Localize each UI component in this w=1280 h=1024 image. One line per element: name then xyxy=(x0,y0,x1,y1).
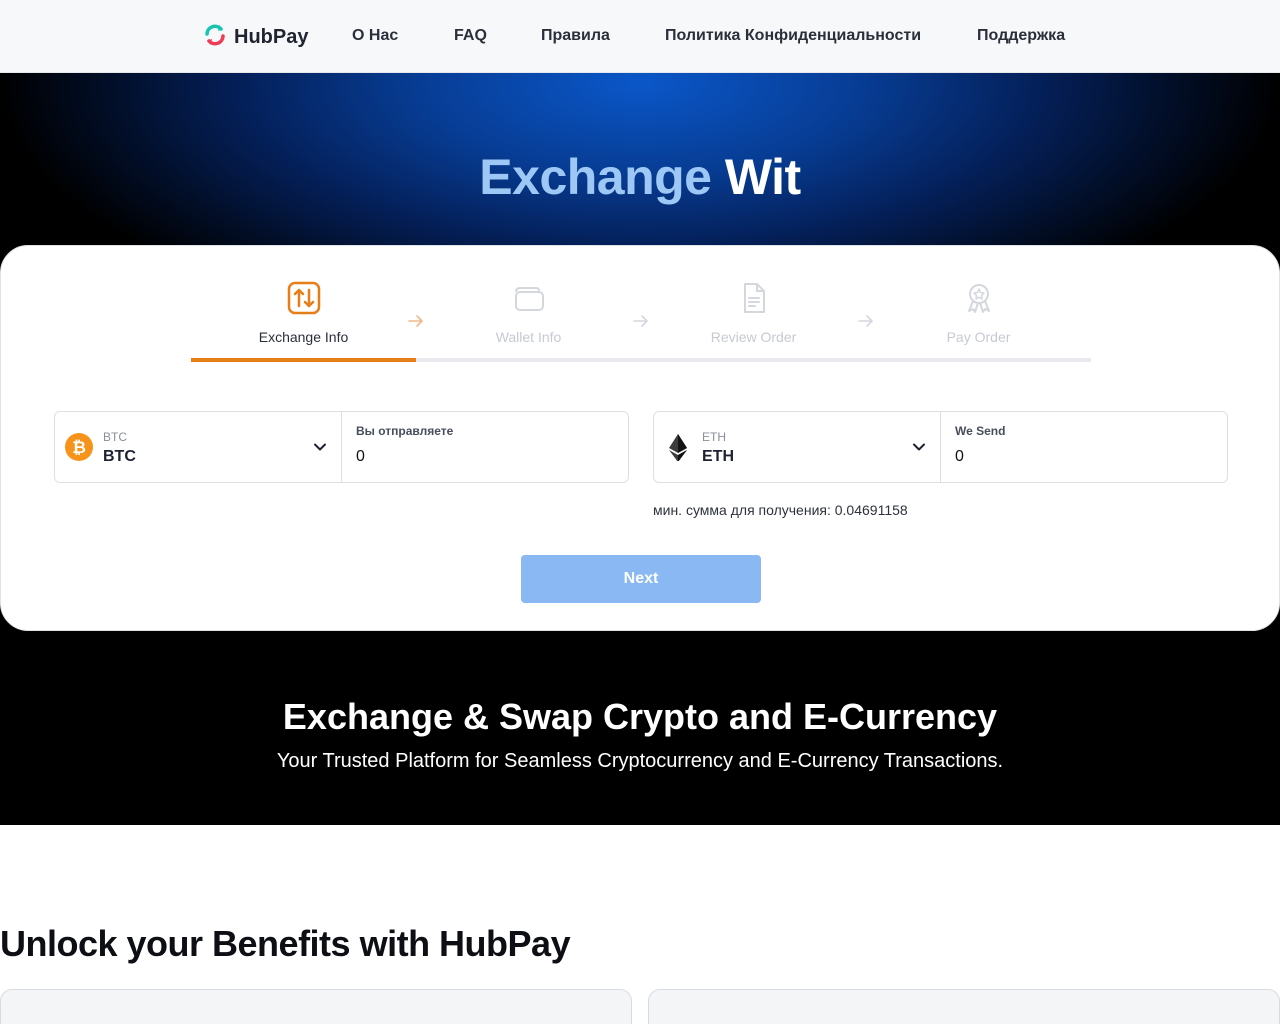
arrow-right-icon xyxy=(633,315,648,327)
receive-amount-input[interactable] xyxy=(955,446,1215,468)
top-nav: HubPay О Нас FAQ Правила Политика Конфид… xyxy=(0,0,1280,73)
step-label: Exchange Info xyxy=(258,329,349,345)
logo-text: HubPay xyxy=(234,26,309,48)
send-field: ₿ BTC BTC Вы отправляете xyxy=(54,411,629,483)
send-amount-input[interactable] xyxy=(356,446,616,468)
section-title: Exchange & Swap Crypto and E-Currency xyxy=(282,696,998,737)
receive-currency-select[interactable]: ETH ETH xyxy=(654,412,941,482)
wallet-icon xyxy=(515,287,544,311)
nav-link-faq[interactable]: FAQ xyxy=(454,27,487,45)
receive-currency-code: ETH xyxy=(702,430,726,444)
exchange-card: Exchange Info Wallet Info Review Order P… xyxy=(0,245,1280,631)
hero-title-part2: Wit xyxy=(724,149,801,205)
hero-title: Exchange Wit xyxy=(0,148,1280,206)
arrow-right-icon xyxy=(408,315,423,327)
document-icon xyxy=(744,283,765,313)
benefits-title: Unlock your Benefits with HubPay xyxy=(0,923,571,964)
benefit-card xyxy=(0,989,632,1024)
badge-icon xyxy=(968,284,990,313)
send-amount-label: Вы отправляете xyxy=(356,424,454,438)
send-currency-code: BTC xyxy=(103,430,127,444)
min-amount-note: мин. сумма для получения: 0.04691158 xyxy=(653,502,908,518)
step-label: Wallet Info xyxy=(495,329,562,345)
svg-text:₿: ₿ xyxy=(72,438,86,457)
benefit-card xyxy=(648,989,1280,1024)
next-button[interactable]: Next xyxy=(521,555,761,603)
chevron-down-icon xyxy=(314,443,326,451)
arrow-right-icon xyxy=(858,315,873,327)
logo-icon xyxy=(202,22,228,53)
progress-fill xyxy=(191,358,416,362)
nav-link-rules[interactable]: Правила xyxy=(541,27,610,45)
nav-link-about[interactable]: О Нас xyxy=(352,27,398,45)
receive-amount-label: We Send xyxy=(955,424,1006,438)
chevron-down-icon xyxy=(913,443,925,451)
section-subtitle: Your Trusted Platform for Seamless Crypt… xyxy=(276,750,1004,772)
nav-link-privacy[interactable]: Политика Конфиденциальности xyxy=(665,27,921,45)
logo[interactable]: HubPay xyxy=(202,22,308,53)
ethereum-icon xyxy=(669,434,687,461)
send-currency-select[interactable]: ₿ BTC BTC xyxy=(55,412,342,482)
bitcoin-icon: ₿ xyxy=(65,433,93,461)
step-label: Pay Order xyxy=(946,329,1011,345)
exchange-arrows-icon xyxy=(287,281,321,315)
send-currency-name: BTC xyxy=(103,448,136,465)
hero-title-part1: Exchange xyxy=(479,149,712,205)
receive-field: ETH ETH We Send xyxy=(653,411,1228,483)
receive-currency-name: ETH xyxy=(702,448,734,465)
step-label: Review Order xyxy=(710,329,797,345)
nav-link-support[interactable]: Поддержка xyxy=(977,27,1065,45)
